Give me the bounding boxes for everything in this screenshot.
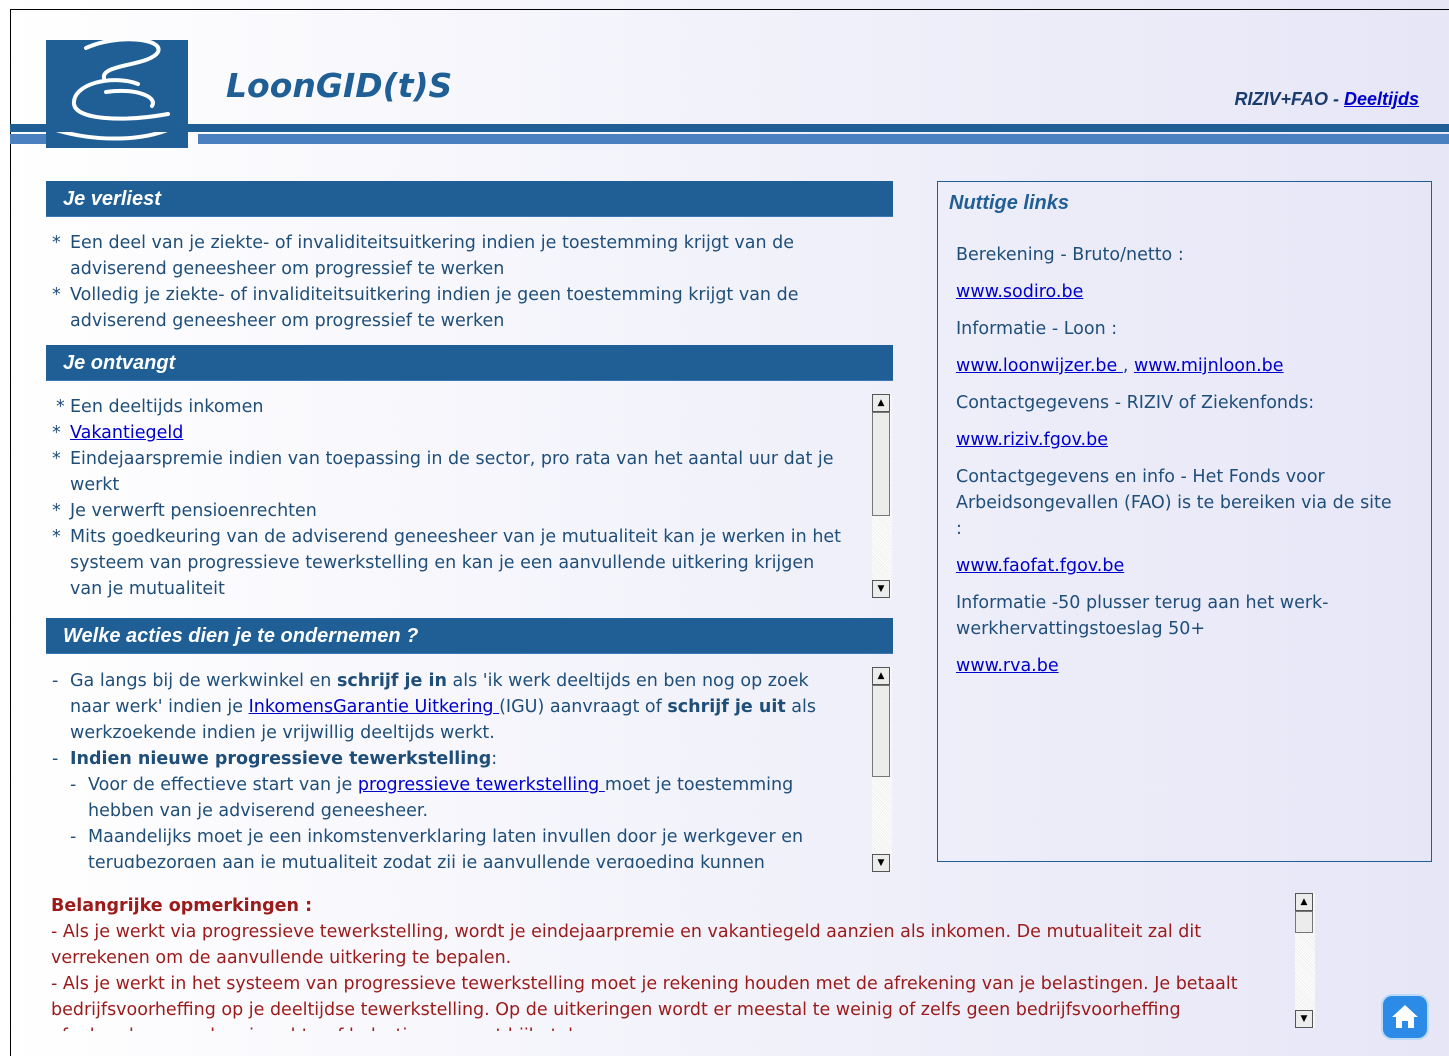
list-item: - Maandelijks moet je een inkomstenverkla… (70, 827, 804, 868)
useful-links-list: Berekening - Bruto/netto : www.sodiro.be… (956, 242, 1396, 690)
links-label: Contactgegevens en info - Het Fonds voor… (956, 467, 1392, 539)
scroll-thumb[interactable] (872, 412, 890, 516)
list-item: * Vakantiegeld (52, 423, 184, 443)
receive-panel[interactable]: * Een deeltijds inkomen * Vakantiegeld * Ei… (46, 394, 846, 601)
scroll-down-button[interactable]: ▼ (872, 580, 890, 598)
arrow-up-icon: ▲ (877, 398, 885, 408)
loss-list: * Een deel van je ziekte- of invaliditeit… (46, 230, 866, 334)
arrow-up-icon: ▲ (877, 671, 885, 681)
progressieve-tewerkstelling-link[interactable]: progressieve tewerkstelling (358, 775, 605, 795)
vakantiegeld-link[interactable]: Vakantiegeld (70, 423, 183, 443)
remarks-title: Belangrijke opmerkingen : (51, 896, 313, 916)
tagline: RIZIV+FAO - Deeltijds (1234, 89, 1419, 110)
useful-links-title: Nuttige links (949, 192, 1070, 214)
links-label: Informatie - Loon : (956, 319, 1118, 339)
list-item: - Indien nieuwe progressieve tewerkstelli… (52, 749, 498, 769)
list-item: - Ga langs bij de werkwinkel en schrijf j… (52, 671, 816, 743)
list-item: * Eindejaarspremie indien van toepassing … (52, 449, 834, 495)
arrow-up-icon: ▲ (1300, 897, 1308, 907)
mijnloon-link[interactable]: www.mijnloon.be (1134, 356, 1284, 376)
links-label: Berekening - Bruto/netto : (956, 245, 1184, 265)
remarks-scrollbar[interactable]: ▲ ▼ (1295, 893, 1315, 1028)
actions-panel[interactable]: - Ga langs bij de werkwinkel en schrijf j… (46, 668, 846, 868)
loonwijzer-link[interactable]: www.loonwijzer.be (956, 356, 1123, 376)
remark-item: - Als je werkt via progressieve tewerkst… (51, 922, 1202, 968)
actions-scrollbar[interactable]: ▲ ▼ (872, 667, 892, 872)
scroll-thumb[interactable] (1295, 911, 1313, 933)
scroll-up-button[interactable]: ▲ (1295, 893, 1313, 911)
list-item: * Een deeltijds inkomen (56, 397, 264, 417)
list-item: * Je verwerft pensioenrechten (52, 501, 317, 521)
receive-scrollbar[interactable]: ▲ ▼ (872, 394, 892, 598)
header-bar-light-left (10, 134, 46, 144)
tagline-prefix: RIZIV+FAO - (1234, 89, 1344, 109)
section-title-receive: Je ontvangt (46, 345, 893, 381)
arrow-down-icon: ▼ (1300, 1014, 1308, 1024)
home-button[interactable] (1383, 996, 1427, 1038)
section-title-actions: Welke acties dien je te ondernemen ? (46, 618, 893, 654)
faofat-link[interactable]: www.faofat.fgov.be (956, 556, 1124, 576)
links-label: Informatie -50 plusser terug aan het wer… (956, 593, 1329, 639)
igu-link[interactable]: InkomensGarantie Uitkering (249, 697, 499, 717)
useful-links-panel: Nuttige links Berekening - Bruto/netto :… (937, 181, 1432, 862)
list-item: - Voor de effectieve start van je progres… (70, 775, 794, 821)
remarks-panel[interactable]: Belangrijke opmerkingen : - Als je werkt… (51, 893, 1286, 1031)
arrow-down-icon: ▼ (877, 584, 885, 594)
scroll-down-button[interactable]: ▼ (872, 854, 890, 872)
scroll-up-button[interactable]: ▲ (872, 667, 890, 685)
list-item: * Mits goedkeuring van de adviserend gene… (52, 527, 842, 599)
riziv-link[interactable]: www.riziv.fgov.be (956, 430, 1108, 450)
scroll-down-button[interactable]: ▼ (1295, 1010, 1313, 1028)
section-title-loss: Je verliest (46, 181, 893, 217)
list-item: * Een deel van je ziekte- of invaliditeit… (52, 233, 794, 279)
remark-item: - Als je werkt in het systeem van progre… (51, 974, 1238, 1031)
deeltijds-link[interactable]: Deeltijds (1344, 89, 1419, 109)
home-icon (1392, 1005, 1418, 1028)
header-bar-light (198, 134, 1449, 144)
arrow-down-icon: ▼ (877, 858, 885, 868)
list-item: * Volledig je ziekte- of invaliditeitsuit… (52, 285, 799, 331)
rva-link[interactable]: www.rva.be (956, 656, 1059, 676)
sodiro-link[interactable]: www.sodiro.be (956, 282, 1083, 302)
scroll-up-button[interactable]: ▲ (872, 394, 890, 412)
scroll-thumb[interactable] (872, 685, 890, 777)
links-label: Contactgegevens - RIZIV of Ziekenfonds: (956, 393, 1315, 413)
app-title: LoonGID(t)S (226, 66, 453, 105)
header-bar-dark (10, 124, 1449, 132)
